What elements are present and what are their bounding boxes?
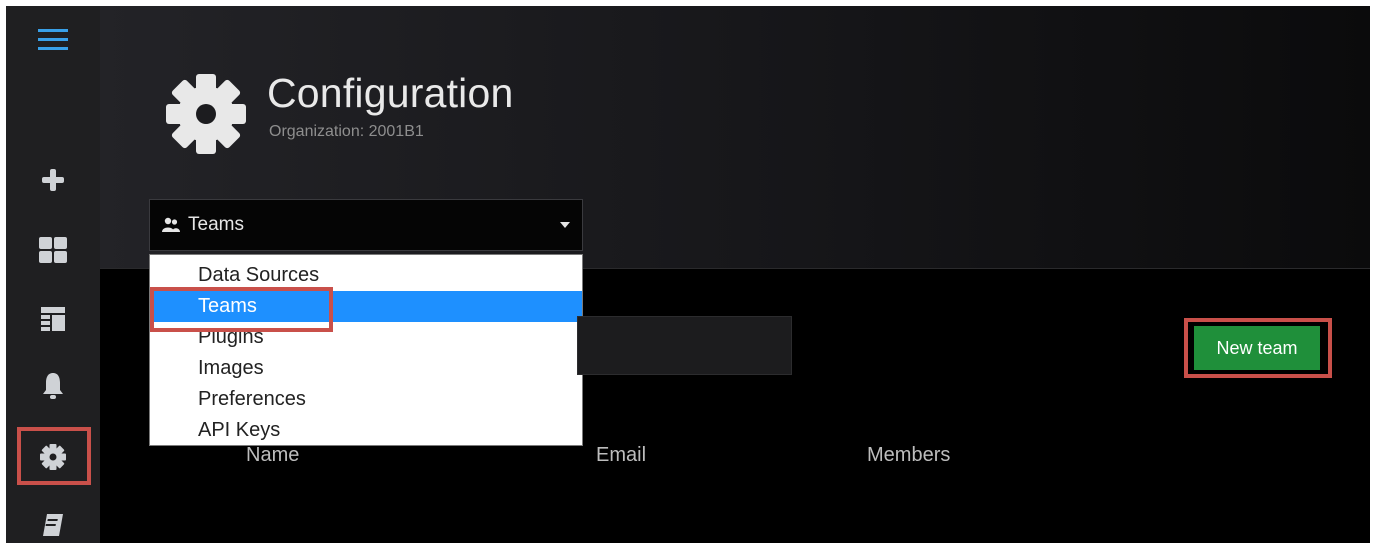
hamburger-menu-icon[interactable] — [6, 16, 100, 62]
dashboard-grid-icon[interactable] — [6, 227, 100, 273]
column-header-email[interactable]: Email — [596, 444, 646, 467]
search-input[interactable] — [577, 316, 792, 375]
select-value: Teams — [188, 214, 244, 235]
chevron-down-icon — [560, 222, 570, 228]
page-subtitle: Organization: 2001B1 — [269, 123, 424, 140]
teams-highlight-box — [150, 287, 333, 332]
menu-item-preferences[interactable]: Preferences — [150, 384, 582, 415]
book-icon[interactable] — [6, 502, 100, 543]
bell-icon[interactable] — [6, 363, 100, 409]
layout-icon[interactable] — [6, 296, 100, 342]
page-title: Configuration — [267, 70, 514, 116]
column-header-name[interactable]: Name — [246, 444, 299, 467]
menu-item-api-keys[interactable]: API Keys — [150, 415, 582, 446]
gear-highlight-box — [17, 427, 91, 485]
menu-item-images[interactable]: Images — [150, 353, 582, 384]
users-icon — [162, 217, 180, 233]
column-header-members[interactable]: Members — [867, 444, 950, 467]
app-window: Configuration Organization: 2001B1 Teams… — [6, 6, 1370, 543]
gear-icon — [164, 72, 248, 161]
plus-icon[interactable] — [6, 157, 100, 203]
new-team-highlight-box — [1184, 318, 1332, 378]
sidebar — [6, 6, 100, 543]
config-section-menu: Data Sources Teams Plugins Images Prefer… — [149, 254, 583, 446]
config-section-select[interactable]: Teams — [149, 199, 583, 251]
